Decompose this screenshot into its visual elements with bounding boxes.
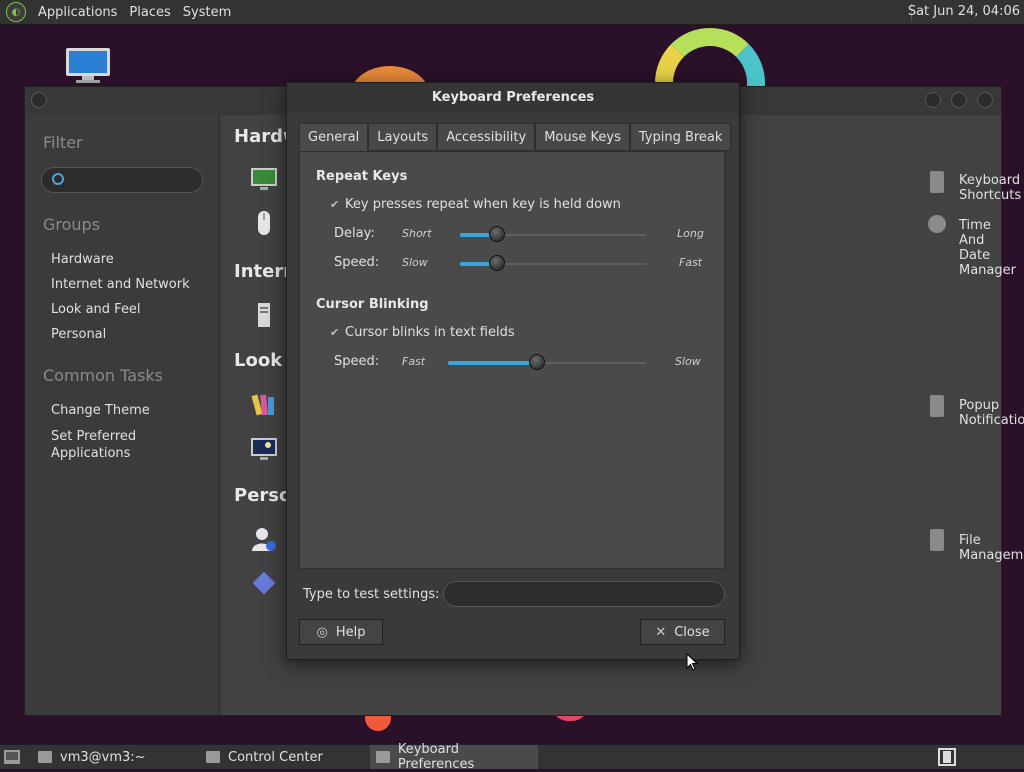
file-management-icon[interactable] — [930, 529, 944, 551]
minimize-button[interactable] — [925, 92, 941, 108]
tab-general[interactable]: General — [299, 123, 369, 151]
delay-slider[interactable] — [460, 226, 646, 242]
group-internet-network[interactable]: Internet and Network — [51, 277, 190, 292]
tab-accessibility[interactable]: Accessibility — [437, 123, 536, 151]
network-server-icon[interactable] — [250, 301, 278, 329]
common-tasks-heading: Common Tasks — [43, 366, 164, 385]
search-icon — [52, 173, 64, 185]
help-button-label: Help — [335, 624, 366, 640]
tab-typing-break[interactable]: Typing Break — [629, 123, 732, 151]
control-center-sidebar: Filter Groups Hardware Internet and Netw… — [25, 115, 220, 715]
mouse-pointer-icon — [686, 653, 698, 671]
filter-search-input[interactable] — [41, 167, 203, 193]
cursor-blinking-heading: Cursor Blinking — [316, 297, 429, 312]
menu-places[interactable]: Places — [123, 5, 176, 20]
checkmark-icon: ✔ — [330, 197, 340, 211]
group-hardware[interactable]: Hardware — [51, 252, 114, 267]
time-date-manager-item[interactable]: Time And Date Manager — [959, 218, 1016, 278]
delay-min-label: Short — [402, 227, 432, 240]
popup-notifications-icon[interactable] — [930, 395, 944, 417]
checkmark-icon: ✔ — [330, 325, 340, 339]
taskbar-terminal-label: vm3@vm3:~ — [60, 749, 146, 765]
general-tab-panel: Repeat Keys ✔ Key presses repeat when ke… — [299, 151, 725, 569]
tab-bar: General Layouts Accessibility Mouse Keys… — [299, 123, 732, 153]
task-preferred-applications[interactable]: Set Preferred Applications — [51, 428, 136, 462]
help-button[interactable]: ◎ Help — [299, 619, 383, 645]
group-personal[interactable]: Personal — [51, 327, 106, 342]
keyboard-preferences-dialog: Keyboard Preferences General Layouts Acc… — [286, 82, 740, 660]
group-look-and-feel[interactable]: Look and Feel — [51, 302, 141, 317]
section-personal: Perso — [234, 485, 292, 506]
menu-applications[interactable]: Applications — [32, 5, 123, 20]
top-panel: ◐ Applications Places System Sat Jun 24,… — [0, 0, 1024, 25]
assistive-tech-icon[interactable] — [250, 569, 278, 597]
display-icon[interactable] — [250, 165, 278, 193]
blink-speed-min-label: Fast — [402, 355, 426, 368]
maximize-button[interactable] — [951, 92, 967, 108]
time-date-icon[interactable] — [928, 215, 946, 233]
taskbar-control-center[interactable]: Control Center — [200, 745, 368, 769]
delay-slider-handle[interactable] — [489, 226, 506, 242]
repeat-speed-min-label: Slow — [402, 256, 428, 269]
keyboard-icon — [376, 751, 390, 763]
taskbar-terminal[interactable]: vm3@vm3:~ — [32, 745, 200, 769]
file-management-item[interactable]: File Management — [959, 533, 1024, 563]
workspace-switcher-icon[interactable] — [938, 748, 956, 766]
help-lifebuoy-icon: ◎ — [316, 624, 328, 640]
keyboard-shortcuts-item[interactable]: Keyboard Shortcuts — [959, 173, 1021, 203]
groups-heading: Groups — [43, 215, 101, 234]
blink-speed-slider-fill — [448, 361, 538, 365]
about-me-icon[interactable] — [250, 525, 278, 553]
keyboard-shortcuts-icon[interactable] — [930, 171, 944, 193]
close-window-button[interactable] — [977, 92, 993, 108]
repeat-keys-checkbox[interactable]: ✔ Key presses repeat when key is held do… — [330, 197, 621, 212]
filter-heading: Filter — [43, 133, 83, 152]
test-settings-input[interactable] — [443, 581, 725, 607]
terminal-icon — [38, 751, 52, 763]
screensaver-icon[interactable] — [250, 435, 278, 463]
cursor-blinks-checkbox[interactable]: ✔ Cursor blinks in text fields — [330, 325, 515, 340]
repeat-speed-max-label: Fast — [679, 256, 703, 269]
clock[interactable]: Sat Jun 24, 04:06 — [908, 4, 1020, 19]
control-center-icon — [206, 751, 220, 763]
bottom-panel: vm3@vm3:~ Control Center Keyboard Prefer… — [0, 742, 1024, 772]
blink-speed-max-label: Slow — [675, 355, 701, 368]
repeat-keys-heading: Repeat Keys — [316, 169, 408, 184]
close-icon: ✕ — [655, 624, 667, 640]
blink-speed-slider-handle[interactable] — [529, 354, 546, 370]
appearance-icon[interactable] — [250, 391, 278, 419]
blink-speed-label: Speed: — [334, 354, 380, 369]
repeat-speed-slider[interactable] — [460, 255, 646, 271]
close-button[interactable]: ✕ Close — [640, 619, 725, 645]
menu-system[interactable]: System — [177, 5, 237, 20]
taskbar-keyboard-preferences[interactable]: Keyboard Preferences — [370, 742, 538, 772]
show-desktop-icon[interactable] — [4, 750, 20, 764]
delay-label: Delay: — [334, 226, 375, 241]
window-menu-button[interactable] — [31, 92, 47, 108]
repeat-speed-slider-handle[interactable] — [489, 255, 506, 271]
mouse-icon[interactable] — [250, 209, 278, 237]
tab-mouse-keys[interactable]: Mouse Keys — [535, 123, 630, 151]
mate-logo-icon[interactable]: ◐ — [6, 2, 26, 22]
delay-max-label: Long — [677, 227, 704, 240]
repeat-speed-label: Speed: — [334, 255, 380, 270]
taskbar-control-center-label: Control Center — [228, 749, 323, 765]
cursor-blinks-label: Cursor blinks in text fields — [345, 325, 515, 340]
computer-desktop-icon[interactable] — [64, 48, 112, 84]
tab-layouts[interactable]: Layouts — [368, 123, 438, 151]
dialog-title: Keyboard Preferences — [287, 83, 739, 113]
popup-notifications-item[interactable]: Popup Notifications — [959, 398, 1024, 428]
repeat-keys-label: Key presses repeat when key is held down — [345, 197, 621, 212]
close-button-label: Close — [674, 624, 710, 640]
test-settings-label: Type to test settings: — [303, 587, 440, 602]
blink-speed-slider[interactable] — [448, 354, 646, 370]
task-change-theme[interactable]: Change Theme — [51, 403, 150, 418]
